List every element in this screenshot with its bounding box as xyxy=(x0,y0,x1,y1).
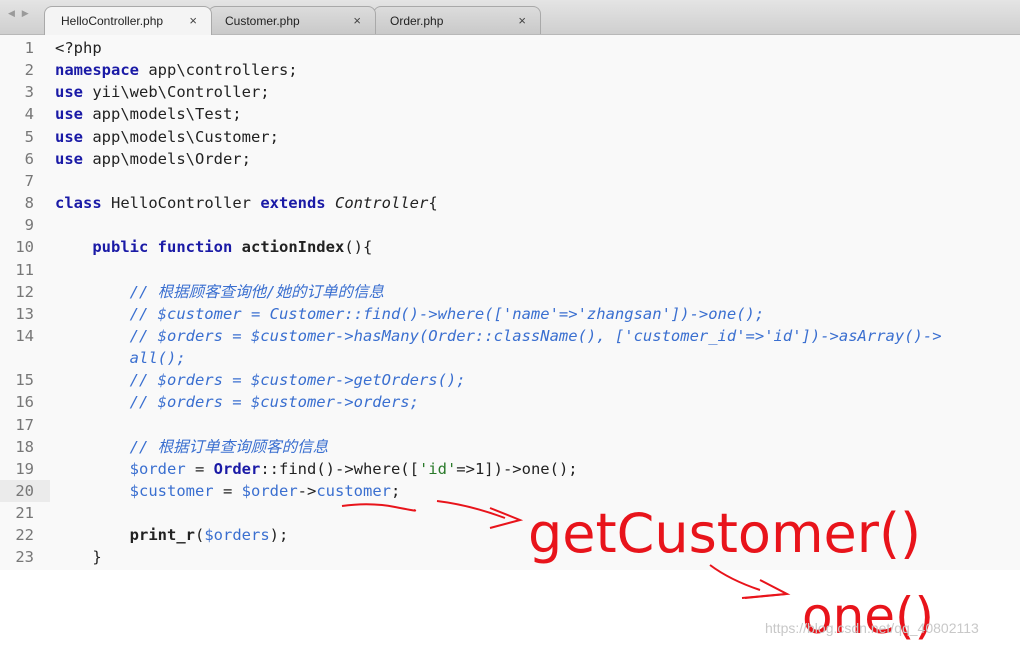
close-icon[interactable]: × xyxy=(189,13,197,28)
arrow-stroke xyxy=(741,593,787,599)
annotation-one: one() xyxy=(802,587,935,645)
watermark: https://blog.csdn.net/qq_40802113 xyxy=(765,620,979,636)
underline-stroke xyxy=(341,503,417,512)
arrow-stroke xyxy=(709,564,761,591)
annotation-getcustomer: getCustomer() xyxy=(528,502,922,565)
tab-label: HelloController.php xyxy=(61,14,164,28)
tab-hellocontroller[interactable]: HelloController.php × xyxy=(44,6,212,35)
